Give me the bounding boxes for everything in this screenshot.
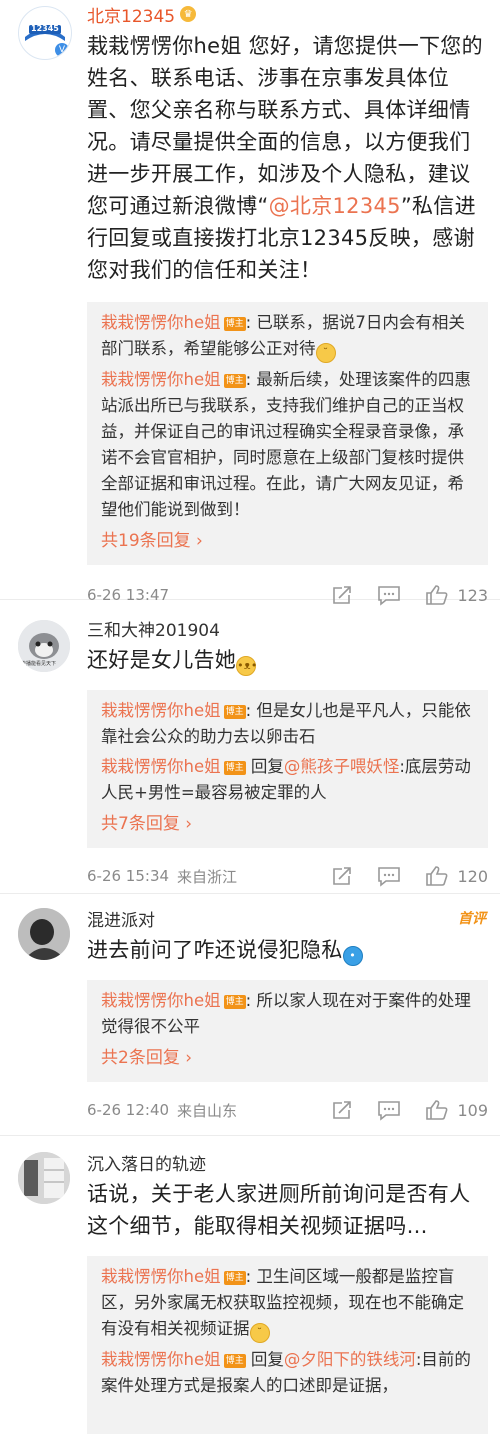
reply-box: 栽栽愣愣你he姐 博主: 已联系，据说7日内会有相关部门联系，希望能够公正对待 ˘ …	[87, 302, 488, 565]
verified-icon: V	[55, 43, 69, 57]
action-bar: 120	[307, 865, 488, 887]
like-button[interactable]: 120	[425, 865, 488, 887]
repost-icon	[333, 1101, 352, 1119]
comment-header: 三和大神201904	[87, 600, 488, 642]
mention-link[interactable]: @夕阳下的铁线河	[284, 1350, 416, 1369]
person-avatar-icon	[18, 908, 70, 960]
comment-item: 沉入落日的轨迹 话说，关于老人家进厕所前询问是否有人这个细节，能取得相关视频证据…	[0, 1136, 500, 1434]
reply-item[interactable]: 栽栽愣愣你he姐 博主 回复@熊孩子喂妖怪:底层劳动人民+男性=最容易被定罪的人	[101, 754, 476, 806]
more-replies-link[interactable]: 共7条回复 ›	[101, 810, 476, 838]
reply-box: 栽栽愣愣你he姐 博主: 但是女儿也是平凡人，只能依靠社会公众的助力去以卵击石 栽…	[87, 690, 488, 848]
mention-link[interactable]: @北京12345	[269, 194, 401, 218]
like-count: 120	[457, 866, 488, 886]
more-replies-link[interactable]: 共2条回复 ›	[101, 1044, 476, 1072]
comment-button[interactable]	[377, 865, 401, 887]
author-badge: 博主	[223, 761, 246, 775]
author-badge: 博主	[223, 995, 246, 1009]
doraemon-icon: •	[342, 946, 363, 966]
comment-icon	[378, 867, 401, 887]
first-comment-badge: 首评	[458, 911, 486, 927]
crown-icon: ♛	[180, 6, 197, 22]
reply-item[interactable]: 栽栽愣愣你he姐 博主: 卫生间区域一般都是监控盲区，另外家属无权获取监控视频，现…	[101, 1264, 476, 1343]
like-button[interactable]: 109	[425, 1099, 488, 1121]
commenter-name[interactable]: 沉入落日的轨迹	[87, 1150, 206, 1175]
comment-icon	[378, 1101, 401, 1121]
location-text: 来自浙江	[177, 867, 238, 886]
timestamp: 6-26 15:34	[87, 867, 170, 885]
repost-button[interactable]	[331, 865, 353, 887]
author-badge: 博主	[223, 705, 246, 719]
avatar[interactable]	[18, 1152, 70, 1204]
comment-button[interactable]	[377, 1099, 401, 1121]
commenter-name[interactable]: 北京12345	[87, 2, 175, 27]
action-bar: 109	[307, 1099, 488, 1121]
sad-face-icon: ˘	[249, 1323, 270, 1343]
reply-box: 栽栽愣愣你he姐 博主: 所以家人现在对于案件的处理觉得很不公平 共2条回复 ›	[87, 980, 488, 1082]
more-replies-link[interactable]: 共19条回复 ›	[101, 527, 476, 555]
room-avatar-icon	[18, 1152, 70, 1204]
author-badge: 博主	[223, 374, 246, 388]
thumbs-up-icon	[426, 1100, 448, 1120]
author-badge: 博主	[223, 317, 246, 331]
repost-icon	[333, 867, 352, 885]
author-badge: 博主	[223, 1354, 246, 1368]
mention-link[interactable]: @熊孩子喂妖怪	[284, 757, 400, 776]
comment-footer: 6-26 12:40 来自山东 109	[87, 1086, 488, 1134]
comment-header: 混进派对 首评	[87, 894, 488, 932]
reply-item[interactable]: 栽栽愣愣你he姐 博主: 所以家人现在对于案件的处理觉得很不公平	[101, 988, 476, 1040]
reply-item[interactable]: 栽栽愣愣你he姐 博主: 最新后续，处理该案件的四惠站派出所已与我联系，支持我们维…	[101, 367, 476, 523]
location-text: 来自山东	[177, 1101, 238, 1120]
reply-item[interactable]: 栽栽愣愣你he姐 博主 回复@夕阳下的铁线河:目前的案件处理方式是报案人的口述即是…	[101, 1347, 476, 1399]
commenter-name[interactable]: 三和大神201904	[87, 616, 220, 641]
doge-icon: •ᴥ•	[236, 656, 257, 676]
comment-header: 沉入落日的轨迹	[87, 1136, 488, 1176]
comment-item: 12345 V 北京12345 ♛ 栽栽愣愣你he姐 您好，请您提供一下您的姓名…	[0, 0, 500, 606]
sad-face-icon: ˘	[315, 343, 336, 363]
reply-item[interactable]: 栽栽愣愣你he姐 博主: 但是女儿也是平凡人，只能依靠社会公众的助力去以卵击石	[101, 698, 476, 750]
repost-button[interactable]	[331, 1099, 353, 1121]
comment-footer: 6-26 15:34 来自浙江 120	[87, 852, 488, 900]
comment-item: 混进派对 首评 进去前问了咋还说侵犯隐私 • 栽栽愣愣你he姐 博主: 所以家人现在…	[0, 894, 500, 1136]
avatar[interactable]	[18, 908, 70, 960]
thumbs-up-icon	[426, 866, 448, 886]
reply-box: 栽栽愣愣你he姐 博主: 卫生间区域一般都是监控盲区，另外家属无权获取监控视频，现…	[87, 1256, 488, 1434]
reply-item[interactable]: 栽栽愣愣你he姐 博主: 已联系，据说7日内会有相关部门联系，希望能够公正对待 ˘	[101, 310, 476, 363]
like-count: 109	[457, 1100, 488, 1120]
commenter-name[interactable]: 混进派对	[87, 906, 155, 931]
comment-content: 进去前问了咋还说侵犯隐私 •	[87, 934, 488, 966]
author-badge: 博主	[223, 1271, 246, 1285]
timestamp: 6-26 12:40	[87, 1101, 170, 1119]
comment-content: 栽栽愣愣你he姐 您好，请您提供一下您的姓名、联系电话、涉事在京事发具体位置、您…	[87, 34, 483, 282]
avatar[interactable]: 传播能看见天下	[18, 620, 70, 672]
comment-header: 北京12345 ♛	[87, 0, 488, 28]
comment-content: 还好是女儿告她•ᴥ•	[87, 644, 488, 676]
comment-item: 传播能看见天下 三和大神201904 还好是女儿告她•ᴥ• 栽栽愣愣你he姐 博主…	[0, 600, 500, 894]
avatar[interactable]: 12345 V	[18, 6, 72, 60]
comment-content: 话说，关于老人家进厕所前询问是否有人这个细节，能取得相关视频证据吗…	[87, 1182, 471, 1238]
